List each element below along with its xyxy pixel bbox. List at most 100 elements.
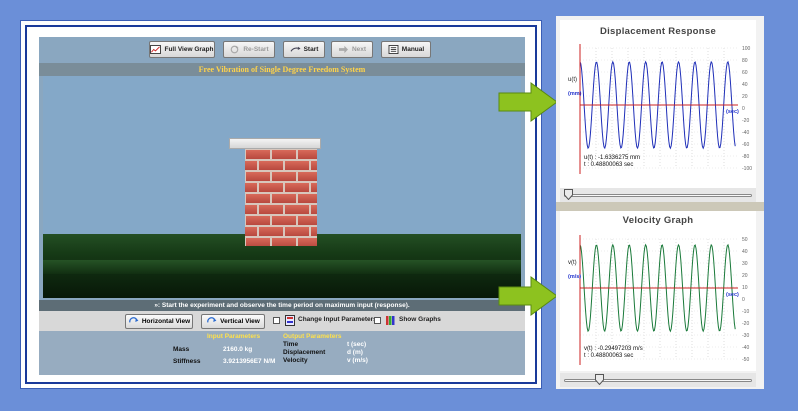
brick — [245, 182, 258, 193]
displacement-slider-track[interactable] — [564, 194, 752, 197]
brick — [245, 171, 271, 182]
brick — [245, 160, 258, 171]
brick — [310, 160, 317, 171]
simulation-border: Full View Graph Re-Start Start Next Manu… — [25, 25, 537, 384]
displacement-label: Displacement — [283, 349, 326, 356]
velocity-slider-thumb[interactable] — [594, 374, 604, 385]
restart-button[interactable]: Re-Start — [223, 41, 275, 58]
books-icon — [386, 316, 395, 325]
brick — [310, 204, 317, 215]
displacement-slider[interactable] — [560, 188, 756, 202]
x-unit-label: (sec) — [726, 292, 739, 298]
velocity-slider[interactable] — [560, 373, 756, 387]
y-tick-label: -40 — [742, 345, 749, 351]
brick — [258, 226, 284, 237]
graph-panel: Displacement Response 100 80 60 40 20 0 -20 -40… — [556, 16, 764, 389]
mass-value: 2160.0 kg — [223, 346, 253, 353]
y-tick-label: 10 — [742, 285, 748, 291]
simulation-app: Full View Graph Re-Start Start Next Manu… — [39, 37, 525, 375]
manual-label: Manual — [401, 46, 425, 53]
time-unit: t (sec) — [347, 341, 367, 348]
displacement-graph: Displacement Response 100 80 60 40 20 0 -20 -40… — [560, 20, 756, 188]
brick — [297, 171, 317, 182]
brick — [245, 149, 271, 160]
displacement-slider-thumb[interactable] — [564, 189, 573, 200]
simulation-window: Full View Graph Re-Start Start Next Manu… — [20, 20, 542, 389]
y-tick-label: -20 — [742, 118, 749, 124]
brick — [310, 226, 317, 237]
next-button[interactable]: Next — [331, 41, 373, 58]
y-tick-label: 50 — [742, 237, 748, 243]
y-axis-label: u(t) — [568, 77, 577, 83]
arrow-to-displacement-icon — [498, 82, 558, 122]
brick — [284, 160, 310, 171]
brick — [258, 204, 284, 215]
control-bar: Horizontal View Vertical View Change Inp… — [39, 311, 525, 331]
brick — [297, 193, 317, 204]
brick — [310, 182, 317, 193]
y-tick-label: -80 — [742, 154, 749, 160]
output-parameters-heading: Output Parameters — [283, 333, 342, 340]
rotate-icon — [129, 317, 139, 323]
brick — [271, 237, 297, 246]
y-tick-label: 30 — [742, 261, 748, 267]
start-button[interactable]: Start — [283, 41, 325, 58]
y-axis-label: v(t) — [568, 260, 577, 266]
displacement-readout-value: u(t) : -1.6336275 mm — [584, 155, 641, 161]
velocity-readout-time: t : 0.48800063 sec — [584, 353, 634, 359]
horizontal-view-label: Horizontal View — [141, 318, 191, 325]
brick — [297, 215, 317, 226]
y-tick-label: 0 — [742, 106, 745, 112]
brick — [271, 193, 297, 204]
displacement-readout-time: t : 0.48800063 sec — [584, 162, 634, 168]
full-view-graph-button[interactable]: Full View Graph — [149, 41, 215, 58]
simulation-scene — [43, 76, 521, 298]
brick — [271, 149, 297, 160]
velocity-slider-track[interactable] — [564, 379, 752, 382]
manual-icon — [388, 45, 399, 54]
mass-label: Mass — [173, 346, 190, 353]
y-tick-label: -30 — [742, 333, 749, 339]
restart-label: Re-Start — [243, 46, 269, 53]
brick — [245, 237, 271, 246]
y-tick-label: -20 — [742, 321, 749, 327]
y-tick-label: 80 — [742, 58, 748, 64]
input-parameters-heading: Input Parameters — [207, 333, 261, 340]
ground-grass-band — [43, 260, 521, 274]
brick — [245, 193, 271, 204]
stiffness-value: 3.9213956E7 N/M — [223, 358, 276, 365]
next-arrow-icon — [338, 45, 348, 54]
parameters-icon — [285, 315, 295, 326]
y-tick-label: 20 — [742, 94, 748, 100]
brick — [258, 182, 284, 193]
horizontal-view-button[interactable]: Horizontal View — [125, 314, 193, 329]
x-unit-label: (sec) — [726, 109, 739, 115]
manual-button[interactable]: Manual — [381, 41, 431, 58]
show-graphs-checkbox[interactable] — [374, 317, 381, 324]
brick — [284, 204, 310, 215]
velocity-graph: Velocity Graph 50 40 30 20 10 0 -10 -20 -30 -40 -5… — [560, 211, 756, 371]
change-params-label: Change Input Parameters — [298, 316, 377, 323]
arrow-to-velocity-icon — [498, 276, 558, 316]
y-tick-label: -50 — [742, 357, 749, 363]
brick — [258, 160, 284, 171]
vertical-view-button[interactable]: Vertical View — [201, 314, 265, 329]
velocity-label: Velocity — [283, 357, 308, 364]
displacement-unit: d (m) — [347, 349, 363, 356]
show-graphs-label: Show Graphs — [399, 316, 441, 323]
brick — [297, 237, 317, 246]
y-tick-label: -60 — [742, 142, 749, 148]
y-unit-label: (mm) — [568, 91, 582, 97]
start-label: Start — [303, 46, 319, 53]
y-tick-label: 40 — [742, 249, 748, 255]
graph-icon — [150, 45, 162, 54]
change-params-checkbox[interactable] — [273, 317, 280, 324]
concrete-slab — [229, 138, 321, 149]
brick — [245, 226, 258, 237]
brick — [284, 182, 310, 193]
start-icon — [290, 46, 301, 52]
velocity-unit: v (m/s) — [347, 357, 368, 364]
brick-pillar — [245, 149, 317, 246]
y-tick-label: -100 — [742, 166, 752, 172]
brick — [297, 149, 317, 160]
